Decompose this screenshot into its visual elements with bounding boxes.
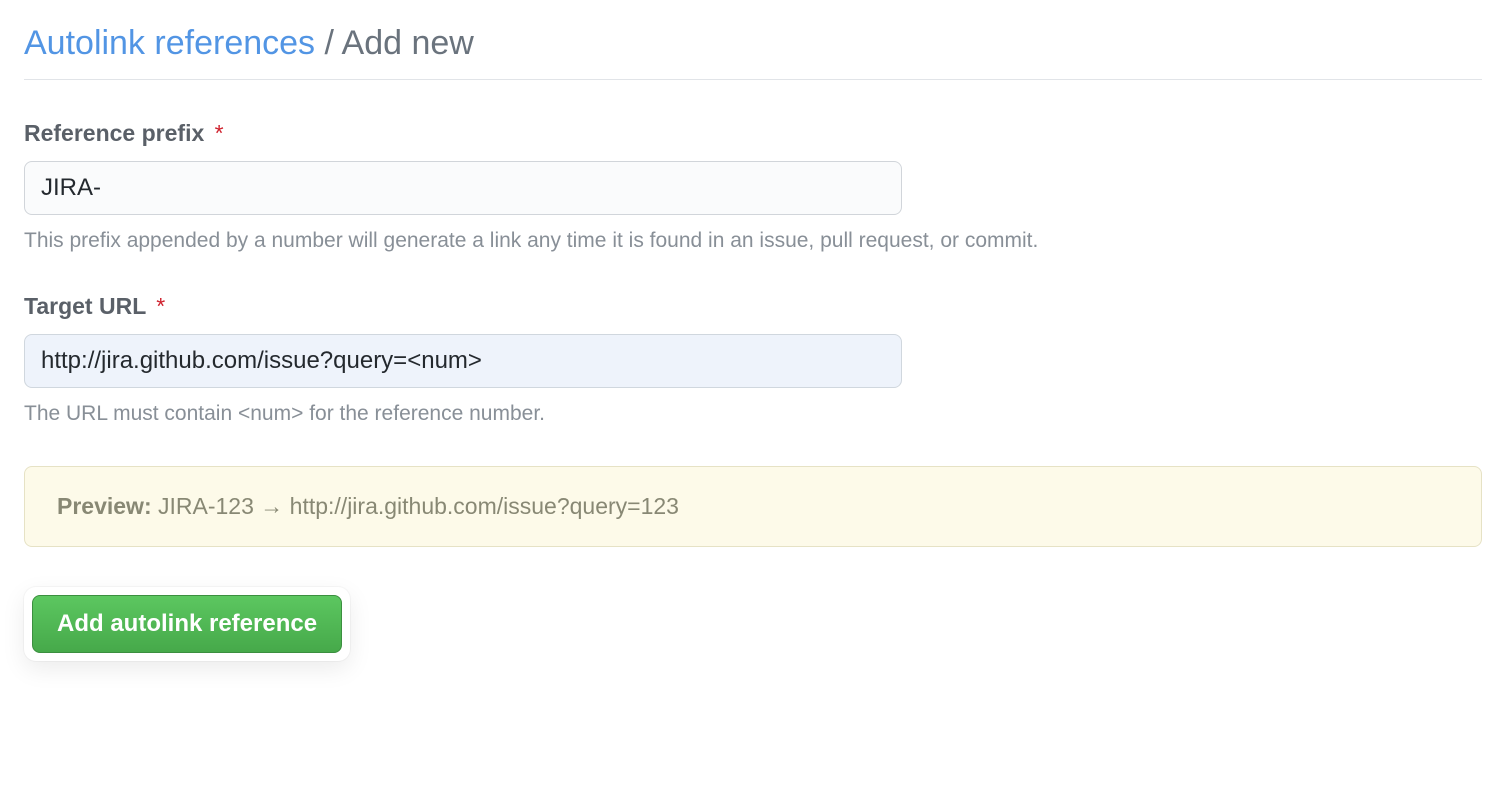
submit-button-wrapper: Add autolink reference: [24, 587, 350, 661]
add-autolink-reference-button[interactable]: Add autolink reference: [32, 595, 342, 653]
breadcrumb-separator: /: [315, 24, 341, 62]
preview-text: JIRA-123 → http://jira.github.com/issue?…: [152, 493, 679, 519]
reference-prefix-hint: This prefix appended by a number will ge…: [24, 229, 1482, 253]
reference-prefix-label: Reference prefix *: [24, 120, 1482, 147]
preview-box: Preview: JIRA-123 → http://jira.github.c…: [24, 466, 1482, 547]
label-text: Reference prefix: [24, 120, 204, 146]
target-url-hint: The URL must contain <num> for the refer…: [24, 402, 1482, 426]
target-url-group: Target URL * The URL must contain <num> …: [24, 293, 1482, 426]
target-url-label: Target URL *: [24, 293, 1482, 320]
page-title: Autolink references / Add new: [24, 24, 1482, 80]
breadcrumb-current: Add new: [342, 24, 474, 62]
label-text: Target URL: [24, 293, 146, 319]
target-url-input[interactable]: [24, 334, 902, 388]
autolink-references-link[interactable]: Autolink references: [24, 24, 315, 62]
reference-prefix-group: Reference prefix * This prefix appended …: [24, 120, 1482, 253]
preview-label: Preview:: [57, 493, 152, 519]
required-asterisk: *: [156, 293, 165, 319]
required-asterisk: *: [215, 120, 224, 146]
reference-prefix-input[interactable]: [24, 161, 902, 215]
